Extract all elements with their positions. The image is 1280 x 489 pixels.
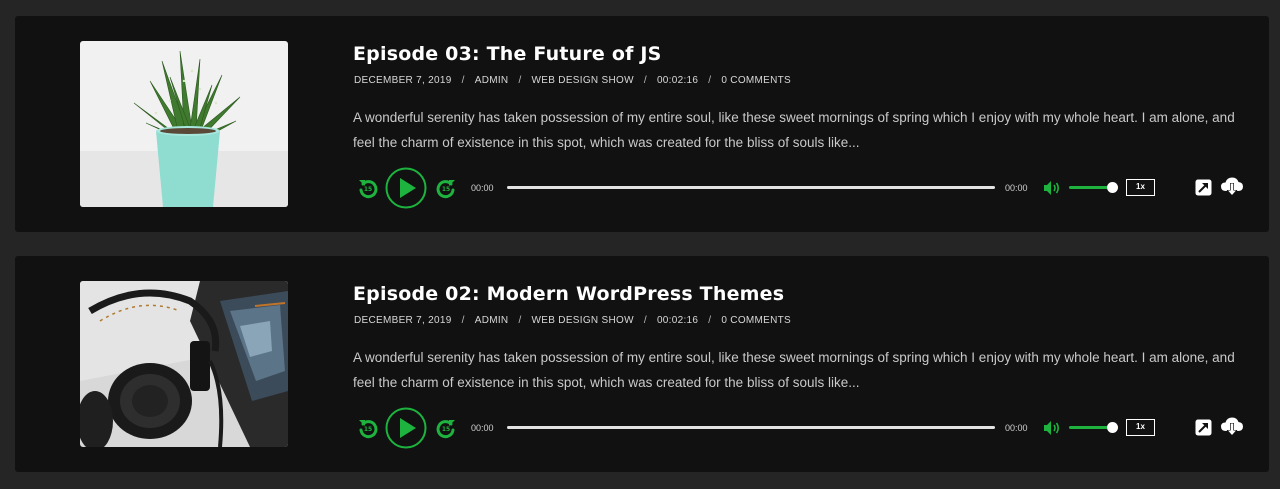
total-time: 00:00 [1005, 423, 1028, 433]
play-button[interactable] [385, 167, 427, 209]
episode-meta: DECEMBER 7, 2019 / ADMIN / WEB DESIGN SHOW / 0… [354, 75, 791, 86]
volume-handle[interactable] [1107, 182, 1118, 193]
episode-duration: 00:02:16 [656, 315, 699, 326]
share-icon[interactable] [1195, 419, 1212, 436]
episode-thumbnail[interactable] [80, 41, 288, 207]
episode-card: Episode 02: Modern WordPress Themes DECE… [15, 256, 1269, 472]
svg-text:15: 15 [364, 426, 372, 433]
skip-back-icon[interactable]: 15 [357, 417, 379, 439]
current-time: 00:00 [471, 183, 494, 193]
playback-speed-button[interactable]: 1x [1126, 419, 1155, 436]
volume-slider[interactable] [1069, 186, 1111, 189]
episode-show[interactable]: WEB DESIGN SHOW [532, 75, 634, 86]
download-cloud-icon[interactable] [1220, 416, 1244, 438]
volume-icon[interactable] [1043, 180, 1061, 196]
progress-bar[interactable] [507, 186, 995, 189]
download-cloud-icon[interactable] [1220, 176, 1244, 198]
skip-forward-icon[interactable]: 15 [435, 417, 457, 439]
episode-comments[interactable]: 0 COMMENTS [721, 315, 791, 326]
episode-author[interactable]: ADMIN [475, 315, 509, 326]
playback-speed-button[interactable]: 1x [1126, 179, 1155, 196]
share-icon[interactable] [1195, 179, 1212, 196]
headphones-and-tablet-image [80, 281, 288, 447]
episode-show[interactable]: WEB DESIGN SHOW [532, 315, 634, 326]
potted-succulent-image [80, 41, 288, 207]
episode-duration: 00:02:16 [656, 75, 699, 86]
episode-author[interactable]: ADMIN [475, 75, 509, 86]
svg-text:15: 15 [442, 186, 450, 193]
skip-back-icon[interactable]: 15 [357, 177, 379, 199]
volume-icon[interactable] [1043, 420, 1061, 436]
volume-handle[interactable] [1107, 422, 1118, 433]
audio-player: 15 15 00:00 00:00 1x [353, 167, 1253, 209]
episode-date[interactable]: DECEMBER 7, 2019 [354, 75, 452, 86]
episode-meta: DECEMBER 7, 2019 / ADMIN / WEB DESIGN SHOW / 0… [354, 315, 791, 326]
audio-player: 15 15 00:00 00:00 1x [353, 407, 1253, 449]
current-time: 00:00 [471, 423, 494, 433]
progress-bar[interactable] [507, 426, 995, 429]
skip-forward-icon[interactable]: 15 [435, 177, 457, 199]
svg-text:15: 15 [442, 426, 450, 433]
meta-separator: / [461, 315, 465, 326]
episode-excerpt: A wonderful serenity has taken possessio… [353, 350, 1235, 390]
meta-separator: / [643, 75, 647, 86]
episode-title[interactable]: Episode 03: The Future of JS [353, 43, 662, 65]
episode-card: Episode 03: The Future of JS DECEMBER 7,… [15, 16, 1269, 232]
meta-separator: / [461, 75, 465, 86]
meta-separator: / [708, 75, 712, 86]
episode-title[interactable]: Episode 02: Modern WordPress Themes [353, 283, 784, 305]
episode-comments[interactable]: 0 COMMENTS [721, 75, 791, 86]
meta-separator: / [643, 315, 647, 326]
play-button[interactable] [385, 407, 427, 449]
episode-excerpt: A wonderful serenity has taken possessio… [353, 110, 1235, 150]
total-time: 00:00 [1005, 183, 1028, 193]
meta-separator: / [518, 75, 522, 86]
episode-date[interactable]: DECEMBER 7, 2019 [354, 315, 452, 326]
volume-slider[interactable] [1069, 426, 1111, 429]
svg-text:15: 15 [364, 186, 372, 193]
meta-separator: / [708, 315, 712, 326]
episode-thumbnail[interactable] [80, 281, 288, 447]
meta-separator: / [518, 315, 522, 326]
